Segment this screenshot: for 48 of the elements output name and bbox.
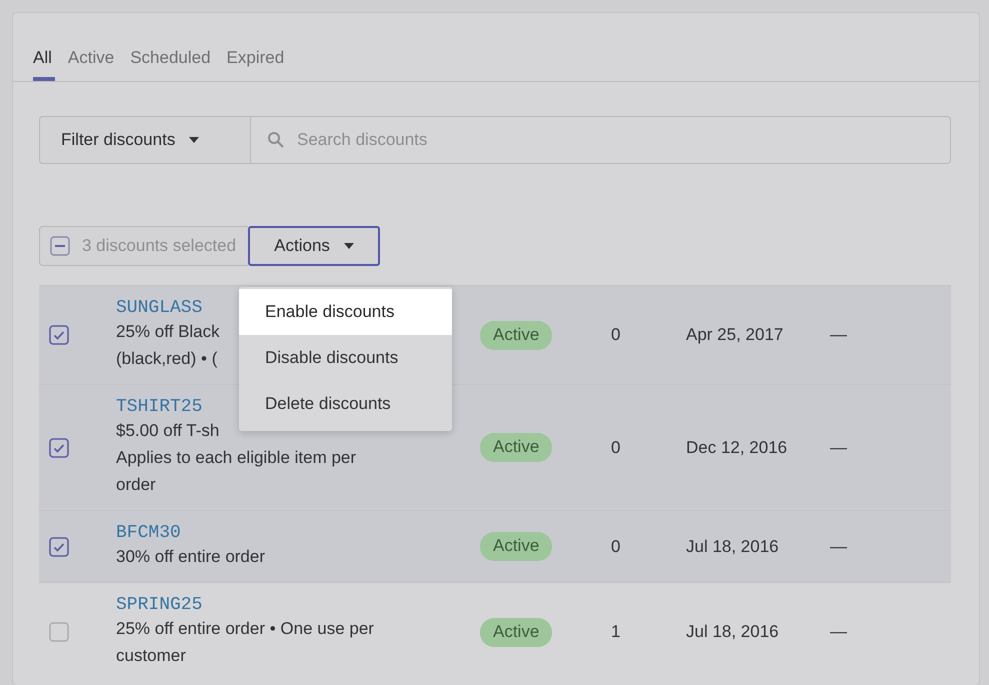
selection-count: 3 discounts selected: [82, 236, 236, 256]
discount-description: (black,red) • (: [116, 348, 218, 370]
end-date: —: [830, 325, 848, 345]
tab[interactable]: Scheduled: [130, 13, 219, 81]
discount-description: $5.00 off T-sh: [116, 420, 220, 442]
search-input[interactable]: Search discounts: [295, 129, 950, 151]
start-date: Dec 12, 2016: [686, 438, 788, 458]
tab[interactable]: Expired: [226, 13, 292, 81]
menu-item[interactable]: Enable discounts: [239, 289, 452, 335]
start-date: Apr 25, 2017: [686, 325, 784, 345]
status-badge: Active: [480, 433, 552, 462]
checkbox[interactable]: [49, 536, 69, 556]
status-badge: Active: [480, 320, 552, 350]
discount-description: 25% off entire order • One use per: [116, 618, 374, 640]
checkbox[interactable]: [49, 438, 69, 458]
usage-count: 1: [611, 622, 622, 642]
usage-count: 0: [611, 536, 622, 556]
discount-description: 30% off entire order: [116, 546, 265, 568]
discount-description: Applies to each eligible item per: [116, 447, 356, 469]
usage-count: 0: [611, 325, 622, 345]
start-date: Jul 18, 2016: [686, 622, 780, 642]
discount-description: customer: [116, 645, 186, 667]
checkbox[interactable]: [49, 622, 69, 642]
discount-code-link[interactable]: TSHIRT25: [116, 397, 202, 417]
start-date: Jul 18, 2016: [686, 536, 780, 556]
actions-button[interactable]: Actions: [248, 226, 380, 266]
search-icon: [267, 131, 285, 149]
usage-count: 0: [611, 438, 622, 458]
discount-code-link[interactable]: SUNGLASS: [116, 298, 202, 318]
discount-code-link[interactable]: SPRING25: [116, 595, 202, 615]
menu-item[interactable]: Disable discounts: [239, 335, 452, 381]
menu-item[interactable]: Delete discounts: [239, 381, 452, 427]
checkbox[interactable]: [50, 236, 70, 256]
checkbox[interactable]: [49, 325, 69, 345]
tab[interactable]: All: [33, 13, 60, 81]
end-date: —: [830, 622, 848, 642]
tab[interactable]: Active: [68, 13, 122, 81]
status-badge: Active: [480, 618, 552, 646]
end-date: —: [830, 536, 848, 556]
discount-description: 25% off Black: [116, 321, 220, 343]
search-field[interactable]: Search discounts: [251, 116, 951, 164]
filter-button[interactable]: Filter discounts: [39, 116, 251, 164]
discount-description: order: [116, 474, 156, 496]
caret-icon: [189, 137, 200, 143]
status-badge: Active: [480, 532, 552, 561]
caret-icon: [344, 243, 354, 249]
end-date: —: [830, 438, 848, 458]
discount-code-link[interactable]: BFCM30: [116, 523, 181, 543]
